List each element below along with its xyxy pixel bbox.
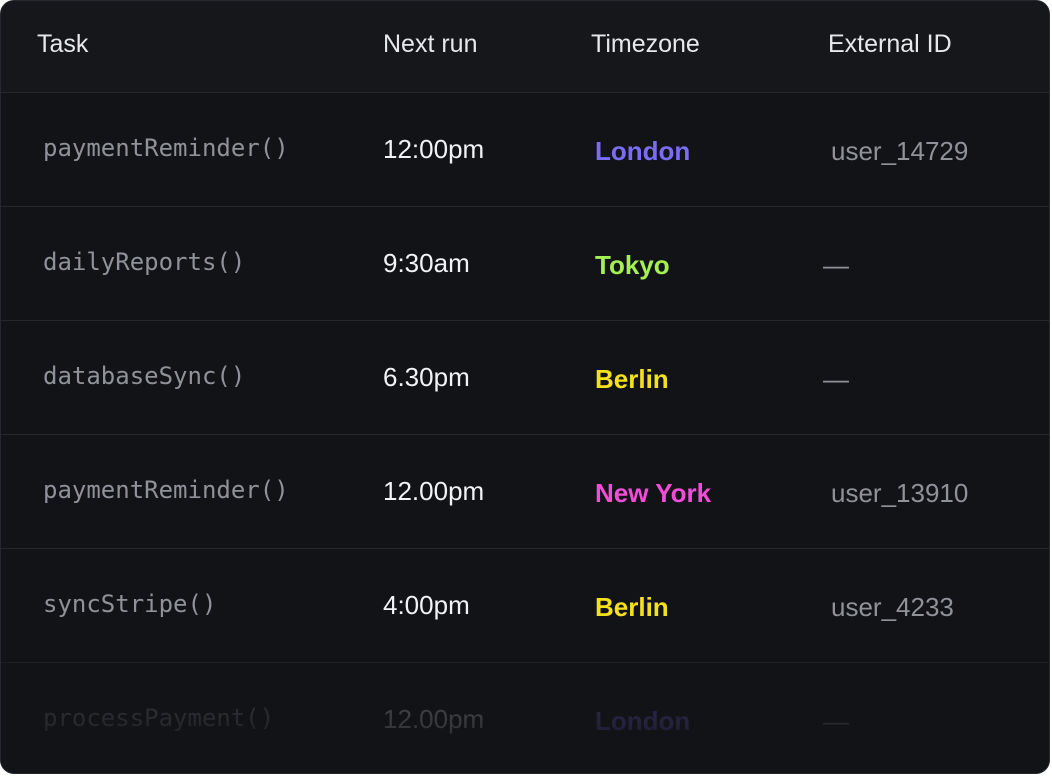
task-name: paymentReminder() (43, 476, 289, 504)
table-row[interactable]: dailyReports() 9:30am Tokyo — (1, 207, 1049, 321)
timezone-label: Berlin (595, 592, 669, 622)
next-run-time: 12.00pm (383, 704, 485, 734)
column-header-external-id[interactable]: External ID (828, 30, 952, 59)
external-id: user_4233 (831, 592, 954, 622)
task-name: databaseSync() (43, 362, 246, 390)
next-run-time: 6.30pm (383, 362, 470, 392)
timezone-label: London (595, 706, 691, 736)
task-name: processPayment() (43, 704, 275, 732)
timezone-label: London (595, 136, 691, 166)
external-id: — (823, 250, 849, 280)
task-name: syncStripe() (43, 590, 217, 618)
next-run-time: 4:00pm (383, 590, 470, 620)
timezone-label: New York (595, 478, 712, 508)
external-id: user_14729 (831, 136, 969, 166)
scheduled-tasks-table: Task Next run Timezone External ID payme… (0, 0, 1050, 774)
external-id: user_13910 (831, 478, 969, 508)
next-run-time: 12:00pm (383, 134, 485, 164)
column-header-timezone[interactable]: Timezone (591, 30, 700, 59)
timezone-label: Tokyo (595, 250, 670, 280)
table-row[interactable]: databaseSync() 6.30pm Berlin — (1, 321, 1049, 435)
timezone-label: Berlin (595, 364, 669, 394)
external-id: — (823, 364, 849, 394)
task-name: paymentReminder() (43, 134, 289, 162)
column-header-next-run[interactable]: Next run (383, 30, 477, 59)
task-name: dailyReports() (43, 248, 246, 276)
table-row[interactable]: processPayment() 12.00pm London — (1, 663, 1049, 773)
external-id: — (823, 706, 849, 736)
table-row[interactable]: syncStripe() 4:00pm Berlin user_4233 (1, 549, 1049, 663)
table-header: Task Next run Timezone External ID (1, 1, 1049, 93)
table-row[interactable]: paymentReminder() 12:00pm London user_14… (1, 93, 1049, 207)
next-run-time: 9:30am (383, 248, 470, 278)
table-row[interactable]: paymentReminder() 12.00pm New York user_… (1, 435, 1049, 549)
next-run-time: 12.00pm (383, 476, 485, 506)
column-header-task[interactable]: Task (37, 30, 88, 59)
